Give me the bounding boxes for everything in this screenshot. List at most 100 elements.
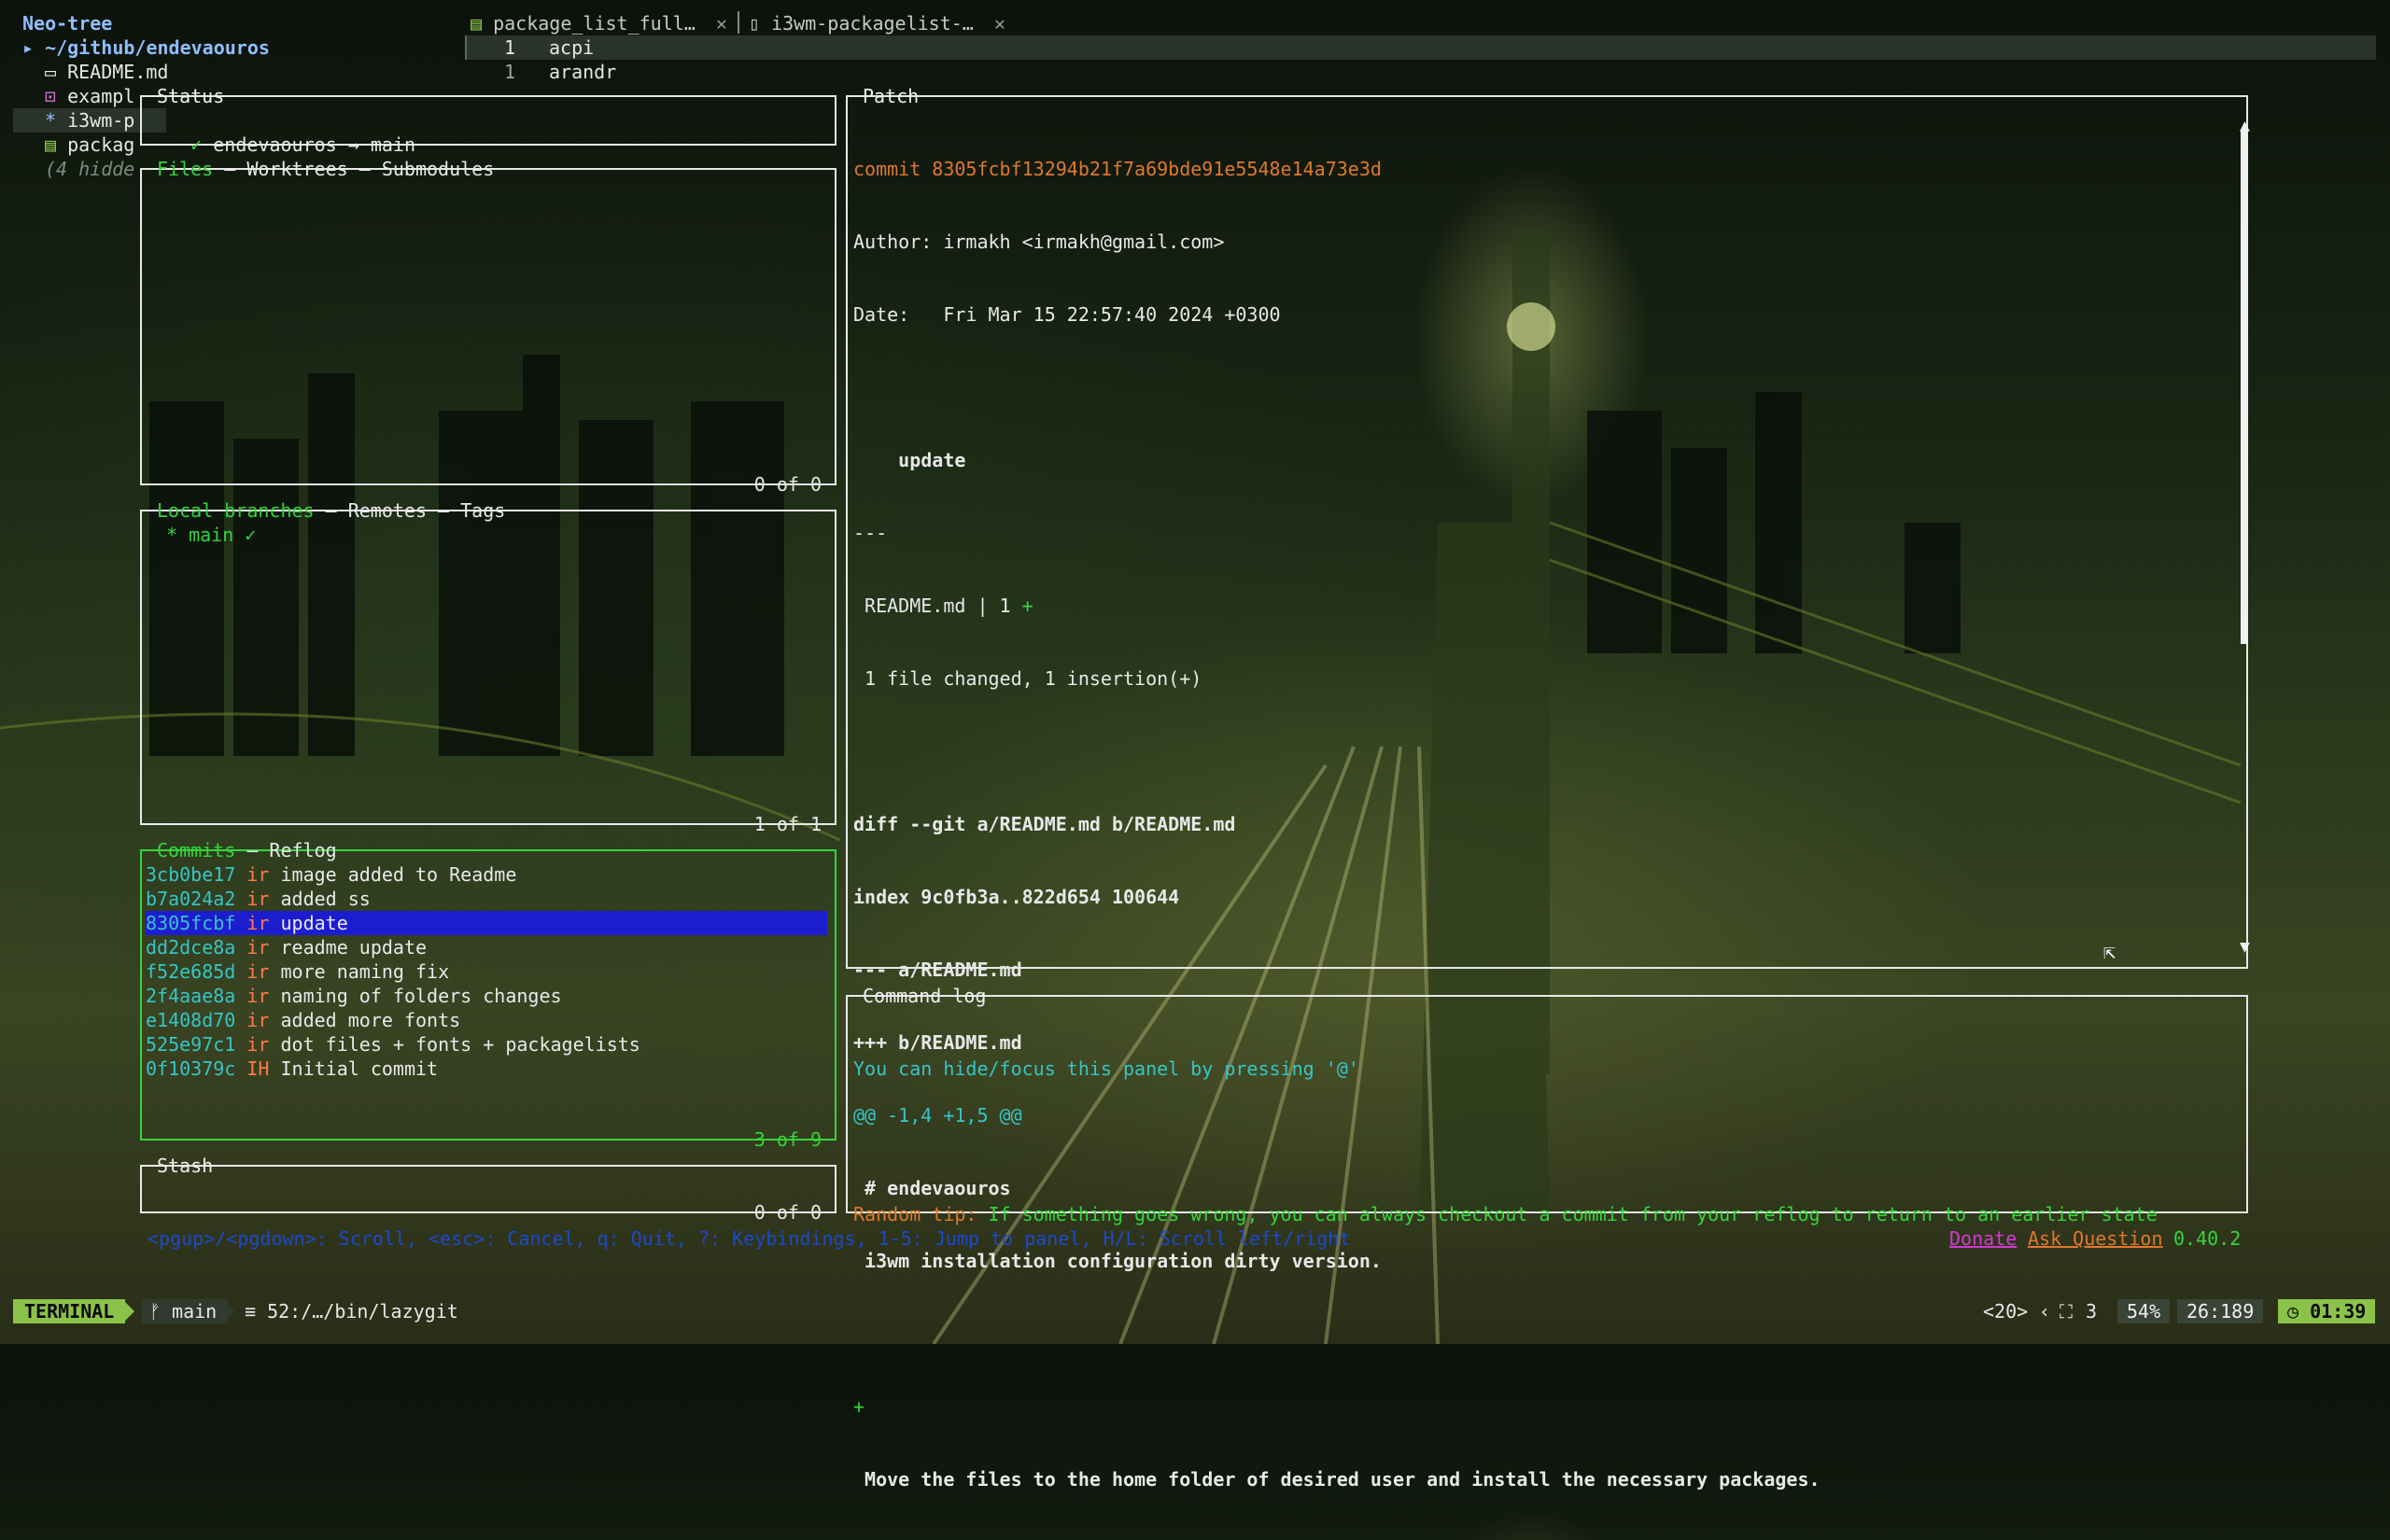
git-branch[interactable]: ᚠ main	[142, 1299, 229, 1323]
close-icon[interactable]: ✕	[994, 12, 1005, 35]
text-file-icon: ▤	[45, 133, 57, 156]
tab-local-branches[interactable]: Local branches	[157, 499, 315, 522]
ask-question-link[interactable]: Ask Question	[2028, 1226, 2163, 1251]
tab-reflog[interactable]: Reflog	[269, 839, 336, 861]
neotree-item-readme[interactable]: ▭ README.md	[45, 60, 168, 84]
commit-author: ir	[246, 912, 270, 934]
author-line: Author: irmakh <irmakh@gmail.com>	[853, 231, 1225, 253]
repo-branch-label: endevaouros → main	[213, 133, 416, 156]
tab-submodules[interactable]: Submodules	[382, 158, 494, 180]
commit-row[interactable]: 8305fcbf ir update	[146, 911, 827, 935]
tab-commits[interactable]: Commits	[157, 839, 235, 861]
neotree-item-label: packag	[67, 133, 135, 156]
markdown-file-icon: ▭	[45, 61, 57, 83]
tab-remotes[interactable]: Remotes	[348, 499, 427, 522]
commit-author: ir	[246, 888, 270, 910]
files-count: 0 of 0	[753, 473, 822, 496]
commit-row[interactable]: 525e97c1 ir dot files + fonts + packagel…	[146, 1032, 827, 1057]
files-panel-title: Files – Worktrees – Submodules	[155, 157, 496, 181]
commits-panel[interactable]: Commits – Reflog 3cb0be17 ir image added…	[140, 839, 836, 1151]
tab-separator-text: –	[235, 839, 270, 861]
buffer-line-text[interactable]: arandr	[549, 60, 616, 84]
commit-row[interactable]: e1408d70 ir added more fonts	[146, 1008, 827, 1032]
stat-plus: +	[1021, 595, 1033, 617]
commit-sha: 8305fcbf	[146, 912, 236, 934]
patch-panel-title: Patch	[863, 85, 920, 107]
commit-row[interactable]: b7a024a2 ir added ss	[146, 887, 827, 911]
date-line: Date: Fri Mar 15 22:57:40 2024 +0300	[853, 303, 1281, 326]
files-panel[interactable]: Files – Worktrees – Submodules 0 of 0	[140, 158, 836, 496]
commit-row[interactable]: dd2dce8a ir readme update	[146, 935, 827, 959]
commit-message: more naming fix	[280, 960, 450, 983]
neotree-root-label: ~/github/endevaouros	[45, 36, 270, 59]
tab-separator-text: –	[314, 499, 348, 522]
tab-label: package_list_full…	[493, 12, 696, 35]
lsp-icon: ⛶	[2060, 1300, 2073, 1323]
stash-panel-title: Stash	[157, 1155, 214, 1177]
tab-files[interactable]: Files	[157, 158, 213, 180]
neotree-item-label: README.md	[67, 61, 169, 83]
clock-time: 01:39	[2310, 1300, 2367, 1323]
patch-scrollbar-thumb[interactable]	[2241, 131, 2248, 644]
close-icon[interactable]: ✕	[716, 12, 727, 35]
buffer-line-text[interactable]: acpi	[549, 35, 594, 60]
donate-link[interactable]: Donate	[1949, 1226, 2017, 1251]
commit-sha: e1408d70	[146, 1009, 236, 1031]
tab-worktrees[interactable]: Worktrees	[246, 158, 347, 180]
stat-line: README.md | 1 +	[853, 594, 1821, 618]
commit-message: added more fonts	[280, 1009, 461, 1031]
diff-header: diff --git a/README.md b/README.md	[853, 813, 1236, 835]
file-path: 52:/…/bin/lazygit	[267, 1300, 458, 1323]
tab-label: i3wm-packagelist-…	[771, 12, 974, 35]
commit-row[interactable]: 2f4aae8a ir naming of folders changes	[146, 984, 827, 1008]
tab-separator-text: –	[427, 499, 461, 522]
branch-label: * main ✓	[166, 524, 257, 546]
tab-separator	[738, 11, 739, 34]
commit-row[interactable]: 0f10379c IH Initial commit	[146, 1057, 827, 1081]
tab-separator-text: –	[213, 158, 247, 180]
file-icon: ▯	[749, 12, 761, 35]
commit-row[interactable]: f52e685d ir more naming fix	[146, 959, 827, 984]
text-file-icon: ▤	[471, 12, 483, 35]
git-branch-icon: ᚠ	[149, 1300, 161, 1323]
clock: ◷ 01:39	[2278, 1299, 2376, 1323]
commits-count: 3 of 9	[753, 1128, 822, 1151]
tab-package-list[interactable]: ▤ package_list_full… ✕	[471, 11, 727, 35]
branch-name: main	[172, 1300, 218, 1323]
neotree-item-label: exampl	[67, 85, 135, 107]
powerline-separator	[222, 1299, 234, 1323]
neotree-item-example[interactable]: ⊡ exampl	[45, 84, 134, 108]
neotree-item-label: i3wm-p	[67, 109, 135, 132]
separator-line: ---	[853, 522, 888, 544]
commit-message: update	[280, 912, 348, 934]
commit-message: dot files + fonts + packagelists	[280, 1033, 640, 1056]
stat-summary: 1 file changed, 1 insertion(+)	[853, 667, 1202, 690]
context-line: Move the files to the home folder of des…	[853, 1468, 1821, 1491]
branch-row-main[interactable]: * main ✓	[166, 523, 256, 547]
scroll-down-icon[interactable]: ▼	[2240, 935, 2250, 959]
check-icon: ✓	[190, 133, 203, 156]
neotree-item-packag[interactable]: ▤ packag	[45, 133, 134, 157]
neotree-hidden-count: (4 hidde	[45, 158, 135, 180]
commit-row[interactable]: 3cb0be17 ir image added to Readme	[146, 862, 827, 887]
progress-percent: 54%	[2117, 1299, 2171, 1323]
branches-count: 1 of 1	[753, 813, 822, 835]
commit-author: ir	[246, 863, 270, 886]
stash-panel[interactable]: Stash 0 of 0	[140, 1155, 836, 1224]
neotree-root-folder[interactable]: ▸ ~/github/endevaouros	[22, 35, 270, 60]
tab-tags[interactable]: Tags	[460, 499, 505, 522]
tab-separator-text: –	[347, 158, 382, 180]
index-line: index 9c0fb3a..822d654 100644	[853, 886, 1180, 908]
commit-author: ir	[246, 1009, 270, 1031]
folder-open-icon: ▸	[22, 36, 35, 59]
version-label: 0.40.2	[2173, 1227, 2242, 1250]
commit-author: ir	[246, 960, 270, 983]
search-count: <20>	[1983, 1300, 2029, 1323]
commit-sha: 2f4aae8a	[146, 985, 236, 1007]
tab-i3wm-packagelist[interactable]: ▯ i3wm-packagelist-… ✕	[749, 11, 1005, 35]
command-log-panel[interactable]: Command log You can hide/focus this pane…	[846, 985, 2248, 1225]
branches-panel[interactable]: Local branches – Remotes – Tags * main ✓…	[140, 499, 836, 835]
patch-panel[interactable]: Patch commit 8305fcbf13294b21f7a69bde91e…	[846, 85, 2248, 1491]
mode-indicator: TERMINAL	[13, 1299, 126, 1323]
status-panel[interactable]: Status ✓ endevaouros → main	[140, 85, 836, 156]
